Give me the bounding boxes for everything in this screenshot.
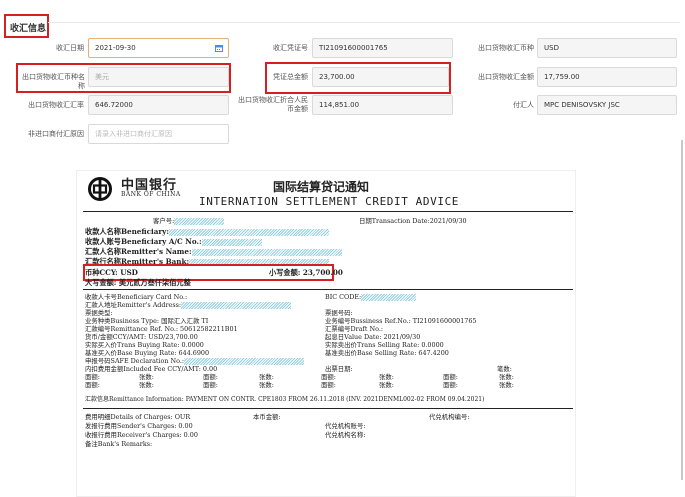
fee-included: 内扣费用金额Included Fee CCY/AMT: 0.00 xyxy=(85,365,218,373)
beneficiary: 收款人名称Beneficiary: xyxy=(85,228,329,236)
calendar-icon[interactable] xyxy=(215,44,223,52)
export-receipt-currency-label: 出口货物收汇币种 xyxy=(478,44,534,52)
agent-no: 代兑机构编号: xyxy=(429,413,470,421)
doc-rule xyxy=(83,289,573,290)
face-value: 面额: xyxy=(203,373,218,381)
big-amount: 大写金额: 美元贰万叁仟柒佰元整 xyxy=(85,278,191,287)
non-import-reason-placeholder: 请录入非进口商付汇原因 xyxy=(95,130,172,138)
export-currency-name-label: 出口货物收汇币种名称 xyxy=(22,73,85,90)
bank-of-china-logo-icon xyxy=(88,177,112,201)
doc-rule xyxy=(83,408,573,409)
export-currency-name-input[interactable]: 美元 xyxy=(88,67,229,87)
export-receipt-amount-input[interactable]: 17,759.00 xyxy=(537,67,677,87)
base-selling-rate: 基准卖出价Base Selling Rate: 647.4200 xyxy=(325,349,449,357)
selling-rate: 实际卖出价Trans Selling Rate: 0.0000 xyxy=(325,341,444,349)
remittance-information: 汇款信息Remittance Information: PAYMENT ON C… xyxy=(85,396,485,403)
export-exchange-rate-input[interactable]: 646.72000 xyxy=(88,95,229,115)
face-value: 面额: xyxy=(443,381,458,389)
small-amount: 小写金额: 23,700.00 xyxy=(269,268,343,277)
sheets: 张数: xyxy=(379,373,394,381)
remitter-value: MPC DENISOVSKY JSC xyxy=(544,101,620,109)
export-receipt-amount-value: 17,759.00 xyxy=(544,73,580,81)
export-exchange-rate-label: 出口货物收汇汇率 xyxy=(28,101,84,109)
face-value: 面额: xyxy=(203,381,218,389)
section-title-box: 收汇信息 xyxy=(4,14,49,38)
customer-no: 客户号: xyxy=(153,217,225,225)
ccy-amt: 货币/金额CCY/AMT: USD/23,700.00 xyxy=(85,333,198,341)
remitter-address: 汇款人地址Remitter's Address: xyxy=(85,301,292,309)
sheets: 张数: xyxy=(379,381,394,389)
sheets: 张数: xyxy=(499,373,514,381)
exit-date: 出票日期: xyxy=(325,365,353,373)
face-value: 面额: xyxy=(443,373,458,381)
export-currency-name-value: 美元 xyxy=(95,73,109,81)
rmb-amount: 本币金额: xyxy=(253,413,281,421)
remitter-name: 汇款人名称Remitter's Name: xyxy=(85,248,342,256)
voucher-amount-input[interactable]: 23,700.00 xyxy=(312,67,449,87)
export-rmb-amount-input[interactable]: 114,851.00 xyxy=(312,95,453,115)
bic-code: BIC CODE: xyxy=(325,293,417,301)
face-value: 面额: xyxy=(321,373,336,381)
receipt-date-input[interactable]: 2021-09-30 xyxy=(88,38,229,58)
receiver-charges: 收报行费用Receiver's Charges: 0.00 xyxy=(85,431,198,439)
sheets: 张数: xyxy=(139,373,154,381)
non-import-reason-input[interactable]: 请录入非进口商付汇原因 xyxy=(88,124,229,144)
scrollbar[interactable] xyxy=(681,140,683,480)
ccy: 币种CCY: USD xyxy=(85,268,138,277)
count: 笔数: xyxy=(497,365,512,373)
draft-no: 汇票编号Draft No.: xyxy=(325,325,384,333)
receipt-date-value: 2021-09-30 xyxy=(95,44,136,52)
agent-name: 代兑机构名称: xyxy=(325,431,366,439)
receipt-date-label: 收汇日期 xyxy=(56,44,84,52)
agent-account: 代兑机构账号: xyxy=(325,422,366,430)
receipt-voucher-input[interactable]: TI21091600001765 xyxy=(312,38,453,58)
remittance-ref: 汇款编号Remittance Ref. No.: 50612582211B01 xyxy=(85,325,238,333)
sheets: 张数: xyxy=(139,381,154,389)
safe-no: 申报号码SAFE Declaration No.: xyxy=(85,357,305,365)
voucher-amount-value: 23,700.00 xyxy=(319,73,355,81)
remarks: 备注Bank's Remarks: xyxy=(85,440,153,448)
sender-charges: 发报行费用Sender's Charges: 0.00 xyxy=(85,422,193,430)
doc-rule xyxy=(83,211,573,212)
sheets: 张数: xyxy=(259,381,274,389)
doc-title-cn: 国际结算贷记通知 xyxy=(273,180,370,194)
export-rmb-amount-value: 114,851.00 xyxy=(319,101,360,109)
export-receipt-currency-input[interactable]: USD xyxy=(537,38,677,58)
business-ref: 业务编号Bussiness Ref.No.: TI21091600001765 xyxy=(325,317,477,325)
details-charges: 费用明细Details of Charges: OUR xyxy=(85,413,191,421)
transaction-date: 日期Transaction Date:2021/09/30 xyxy=(359,217,467,225)
base-buying-rate: 基准买入价Base Buying Rate: 644.6900 xyxy=(85,349,210,357)
credit-advice-document: 中国银行 BANK OF CHINA 国际结算贷记通知 INTERNATION … xyxy=(76,170,576,497)
buying-rate: 实际买入价Trans Buying Rate: 0.0000 xyxy=(85,341,204,349)
section-title: 收汇信息 xyxy=(10,24,47,34)
sheets: 张数: xyxy=(259,373,274,381)
bank-name-en: BANK OF CHINA xyxy=(121,191,181,198)
business-type: 业务种类Business Type: 国际汇入汇款 TI xyxy=(85,317,209,325)
beneficiary-ac: 收款人账号Beneficiary A/C No.: xyxy=(85,238,262,246)
export-receipt-amount-label: 出口货物收汇金额 xyxy=(478,73,534,81)
sheets: 张数: xyxy=(499,381,514,389)
export-rmb-amount-label: 出口货物收汇折合人民币金额 xyxy=(238,96,308,113)
face-value: 面额: xyxy=(321,381,336,389)
export-receipt-currency-value: USD xyxy=(544,44,559,52)
ticket-no: 票据号码: xyxy=(325,309,353,317)
receipt-voucher-label: 收汇凭证号 xyxy=(273,44,308,52)
card-no: 收款人卡号Beneficiary Card No.: xyxy=(85,293,188,301)
export-exchange-rate-value: 646.72000 xyxy=(95,101,133,109)
non-import-reason-label: 非进口商付汇原因 xyxy=(28,130,84,138)
ticket-type: 票据类型: xyxy=(85,309,113,317)
doc-title-en: INTERNATION SETTLEMENT CREDIT ADVICE xyxy=(199,195,460,208)
face-value: 面额: xyxy=(85,373,100,381)
divider xyxy=(48,22,680,23)
remitter-input[interactable]: MPC DENISOVSKY JSC xyxy=(537,95,677,115)
face-value: 面额: xyxy=(85,381,100,389)
value-date: 起息日Value Date: 2021/09/30 xyxy=(325,333,421,341)
receipt-voucher-value: TI21091600001765 xyxy=(319,44,388,52)
remitter-label: 付汇人 xyxy=(513,101,534,109)
voucher-amount-label: 凭证总金额 xyxy=(273,73,308,81)
